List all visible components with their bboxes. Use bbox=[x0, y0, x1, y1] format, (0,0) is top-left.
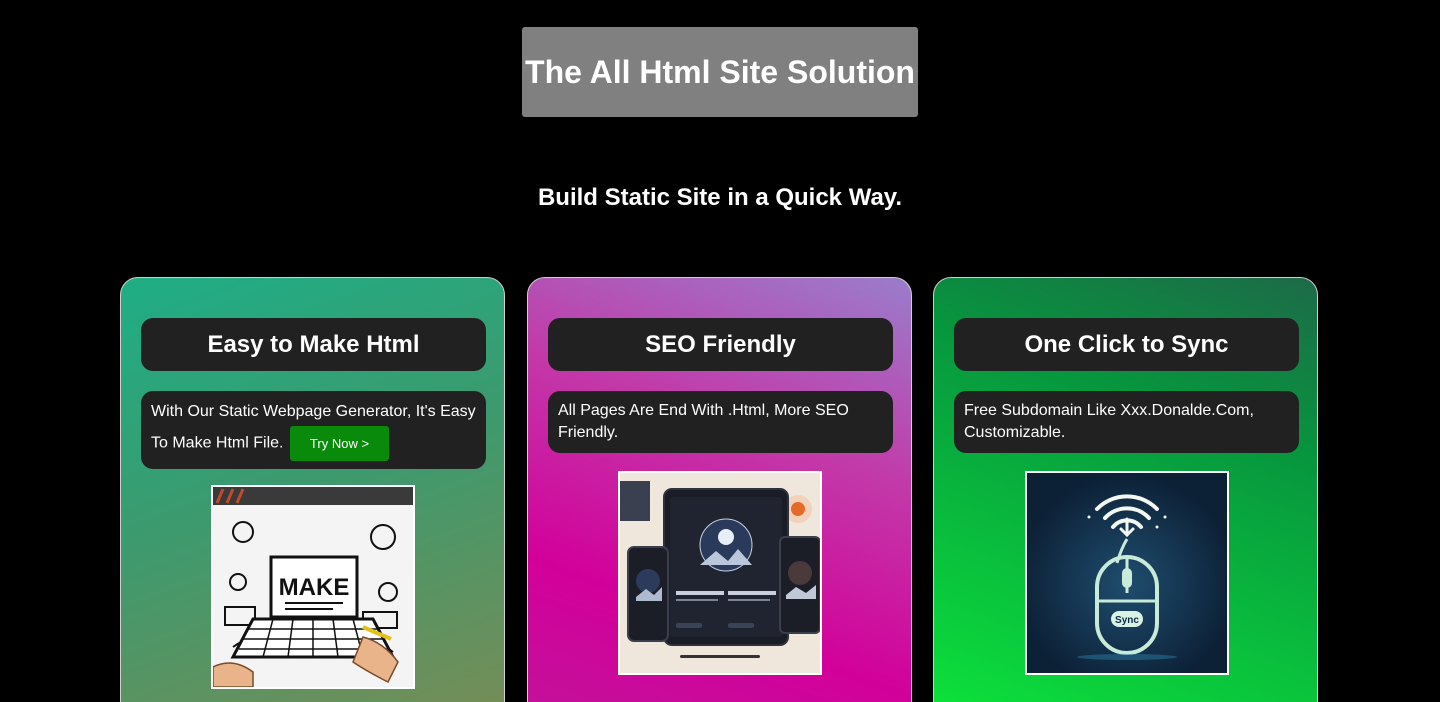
card-description-box: All Pages Are End With .Html, More SEO F… bbox=[548, 391, 893, 453]
sync-mouse-illustration: Sync bbox=[1025, 471, 1229, 675]
card-description: Free Subdomain Like Xxx.Donalde.Com, Cus… bbox=[964, 402, 1254, 441]
card-description-box: Free Subdomain Like Xxx.Donalde.Com, Cus… bbox=[954, 391, 1299, 453]
page-subtitle: Build Static Site in a Quick Way. bbox=[537, 184, 903, 211]
card-heading: SEO Friendly bbox=[548, 318, 893, 371]
page-title: The All Html Site Solution bbox=[525, 53, 915, 90]
card-heading: One Click to Sync bbox=[954, 318, 1299, 371]
feature-card-seo: SEO Friendly All Pages Are End With .Htm… bbox=[527, 277, 912, 702]
feature-card-easy-html: Easy to Make Html With Our Static Webpag… bbox=[120, 277, 505, 702]
card-heading: Easy to Make Html bbox=[141, 318, 486, 371]
page: The All Html Site Solution Build Static … bbox=[0, 0, 1440, 702]
make-html-drawing: MAKE bbox=[213, 487, 413, 687]
card-description: All Pages Are End With .Html, More SEO F… bbox=[558, 402, 849, 441]
hero-title-box: The All Html Site Solution bbox=[522, 27, 918, 117]
seo-devices-drawing bbox=[620, 473, 820, 673]
try-now-button[interactable]: Try Now > bbox=[289, 426, 390, 461]
seo-devices-illustration bbox=[618, 471, 822, 675]
make-html-illustration: MAKE bbox=[211, 485, 415, 689]
sync-text: Sync bbox=[1115, 615, 1139, 626]
sync-mouse-drawing: Sync bbox=[1027, 473, 1227, 673]
make-text: MAKE bbox=[279, 574, 350, 601]
feature-card-sync: One Click to Sync Free Subdomain Like Xx… bbox=[933, 277, 1318, 702]
card-description-box: With Our Static Webpage Generator, It's … bbox=[141, 391, 486, 469]
